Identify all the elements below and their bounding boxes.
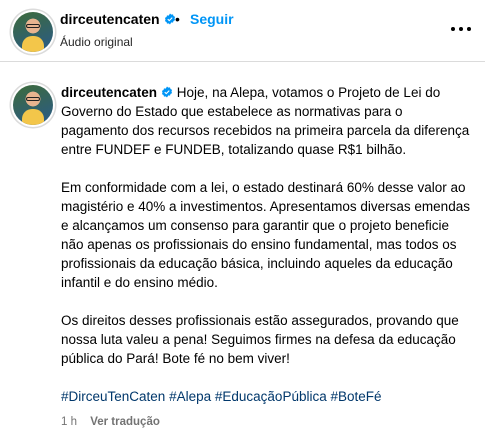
post-time[interactable]: 1 h bbox=[61, 416, 77, 428]
verified-icon bbox=[164, 13, 175, 25]
verified-icon bbox=[161, 86, 173, 98]
hashtag-link[interactable]: #EducaçãoPública bbox=[215, 389, 327, 404]
caption-avatar[interactable] bbox=[13, 85, 53, 125]
post-header: dirceutencaten • Seguir Áudio original bbox=[0, 0, 485, 62]
hashtag-link[interactable]: #Alepa bbox=[169, 389, 211, 404]
hashtag-list: #DirceuTenCaten #Alepa #EducaçãoPública … bbox=[61, 387, 471, 406]
caption-paragraph: Em conformidade com a lei, o estado dest… bbox=[61, 180, 470, 290]
hashtag-link[interactable]: #BoteFé bbox=[331, 389, 382, 404]
header-avatar[interactable] bbox=[13, 12, 53, 52]
hashtag-link[interactable]: #DirceuTenCaten bbox=[61, 389, 165, 404]
follow-button[interactable]: Seguir bbox=[190, 11, 234, 27]
header-username[interactable]: dirceutencaten bbox=[60, 11, 176, 27]
audio-label[interactable]: Áudio original bbox=[60, 35, 133, 49]
caption-username[interactable]: dirceutencaten bbox=[61, 85, 157, 100]
caption-paragraph: dirceutencaten Hoje, na Alepa, votamos o… bbox=[61, 85, 470, 157]
more-options-icon[interactable] bbox=[451, 22, 473, 36]
see-translation-button[interactable]: Ver tradução bbox=[90, 416, 160, 428]
separator-dot: • bbox=[175, 11, 180, 27]
post-meta: 1 h Ver tradução bbox=[61, 416, 160, 428]
caption: dirceutencaten Hoje, na Alepa, votamos o… bbox=[61, 83, 471, 406]
caption-paragraph: Os direitos desses profissionais estão a… bbox=[61, 313, 459, 366]
